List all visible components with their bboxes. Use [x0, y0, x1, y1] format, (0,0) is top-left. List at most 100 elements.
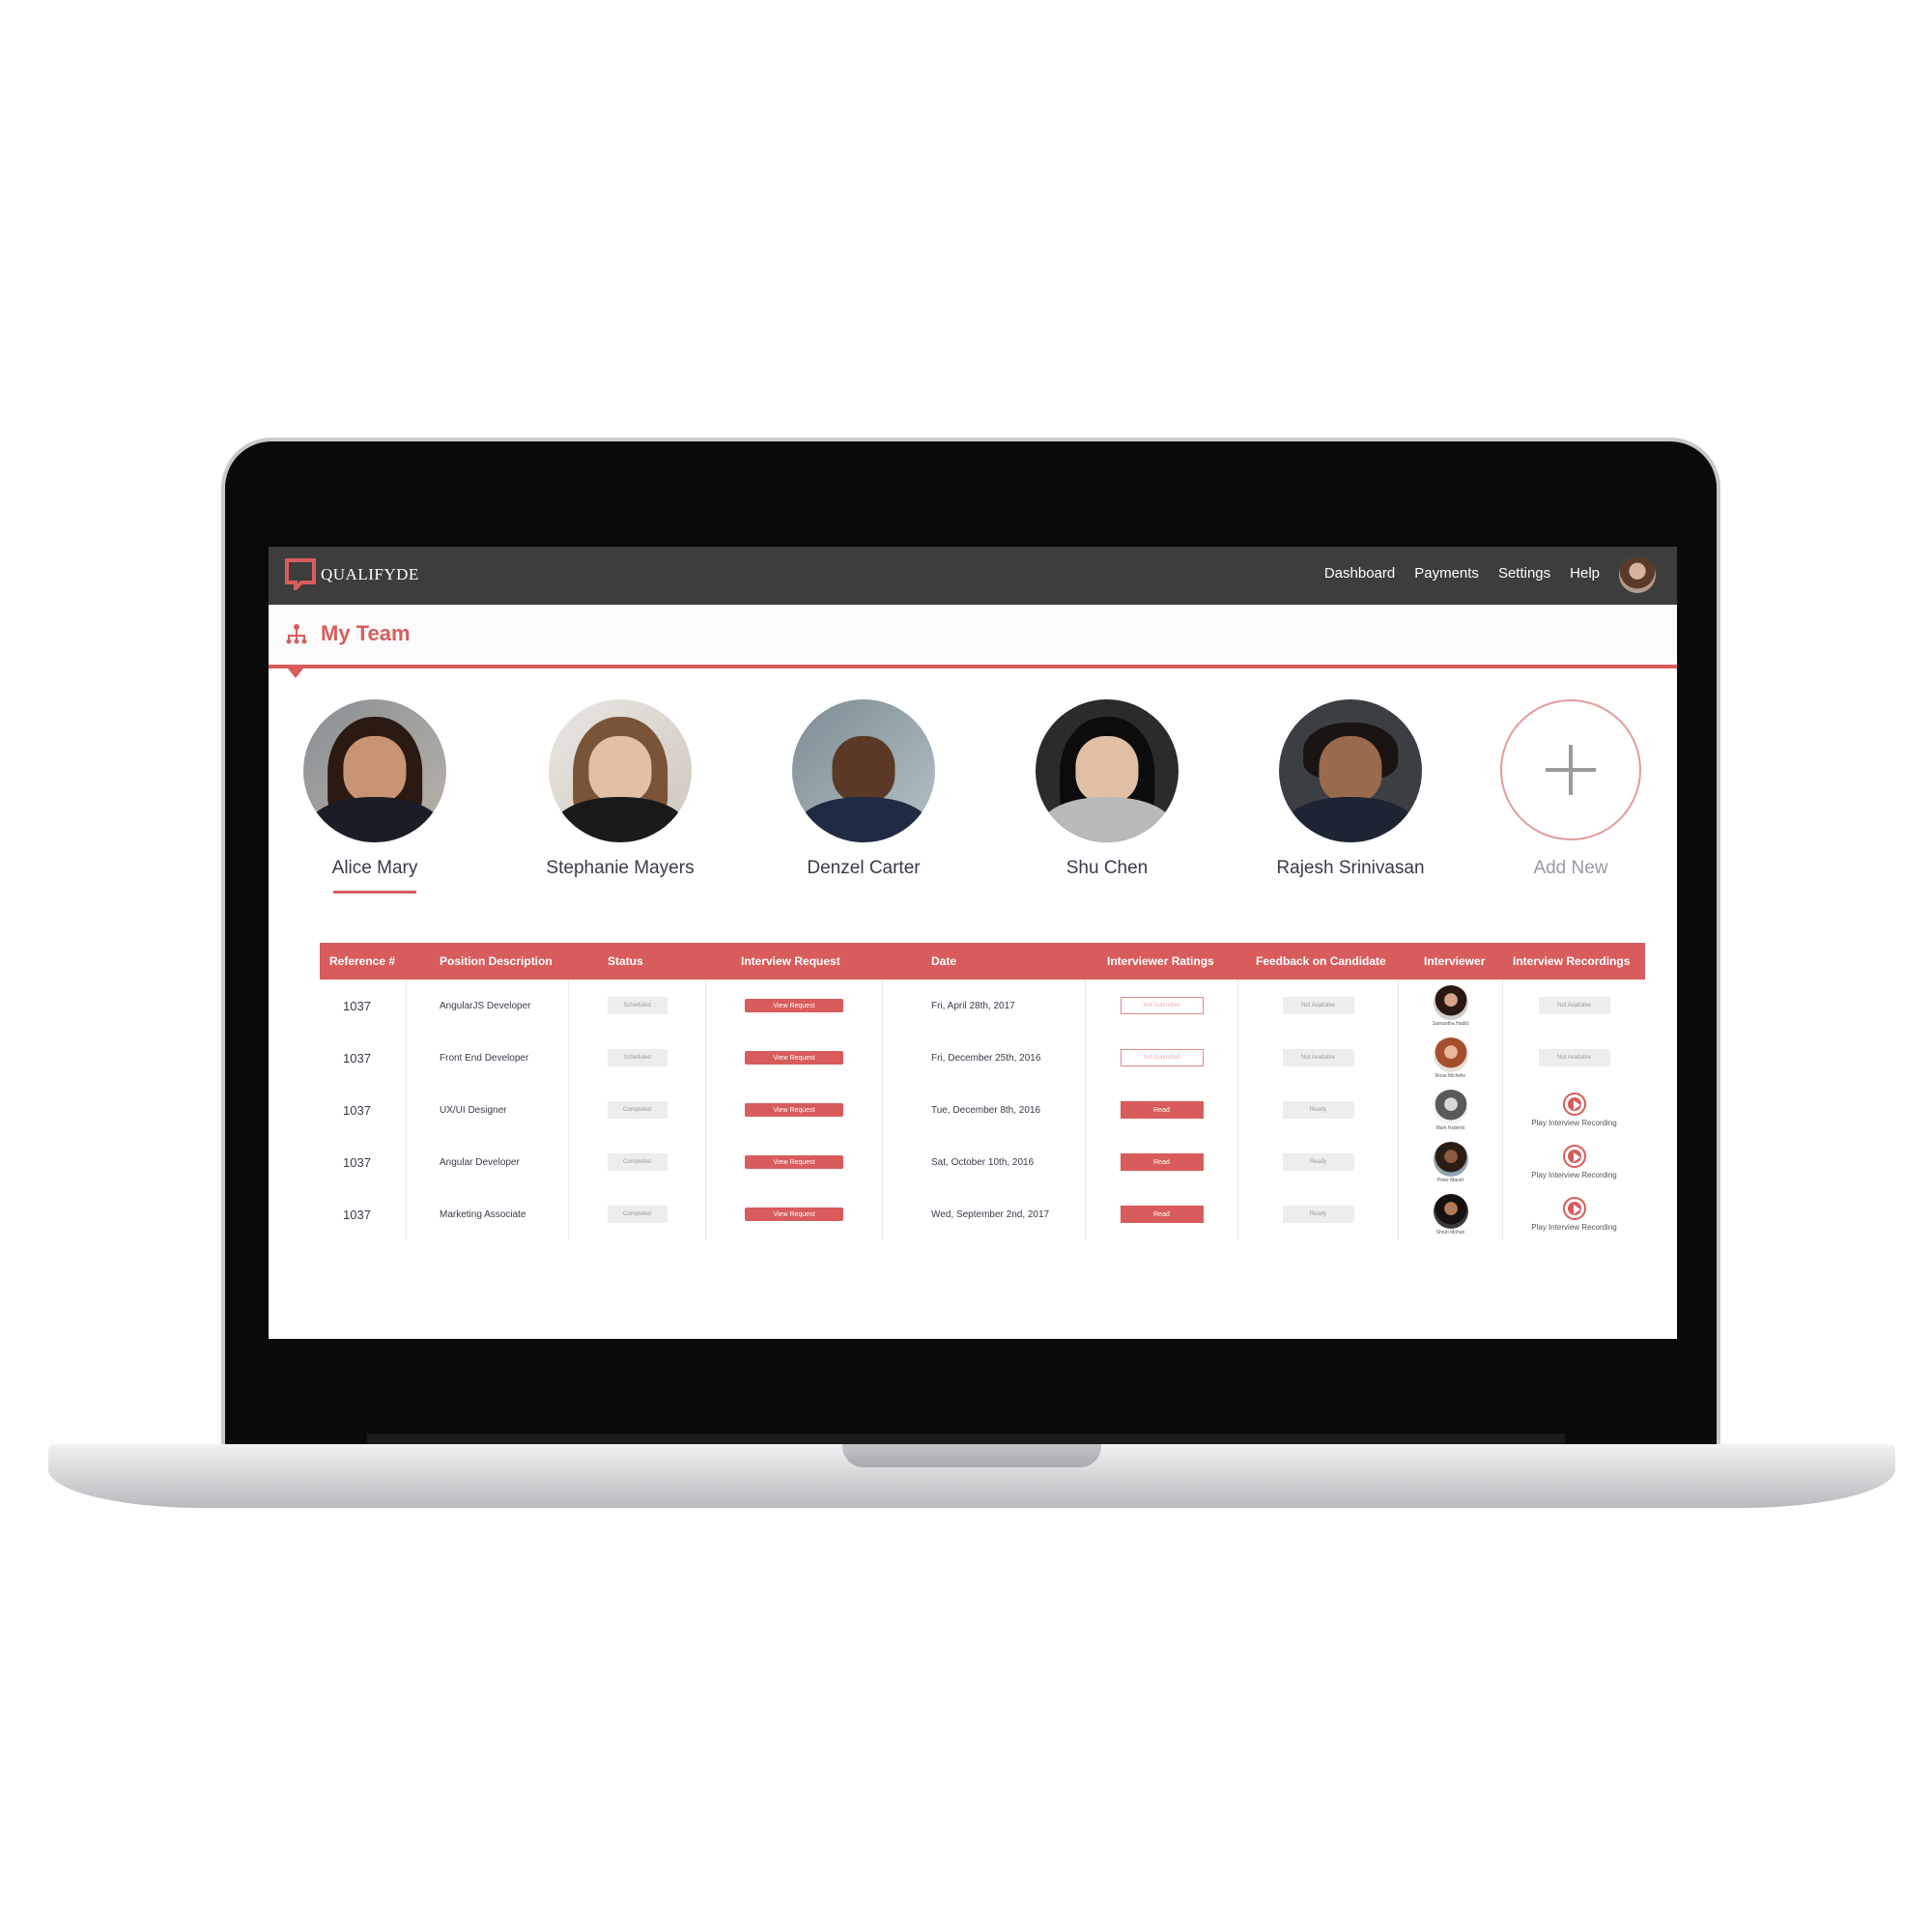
cell-recording: Not Available	[1503, 1032, 1645, 1084]
cell-reference: 1037	[320, 1084, 407, 1136]
cell-feedback: Not Available	[1238, 1032, 1399, 1084]
cell-request: View Request	[706, 1084, 883, 1136]
add-new-label: Add New	[1533, 858, 1608, 878]
nav-settings[interactable]: Settings	[1498, 565, 1550, 582]
cell-recording: Not Available	[1503, 980, 1645, 1032]
cell-feedback: Ready	[1238, 1084, 1399, 1136]
cell-interviewer: Shruti Mohan	[1399, 1188, 1503, 1240]
cell-request: View Request	[706, 1136, 883, 1188]
user-avatar[interactable]	[1619, 556, 1656, 593]
cell-rating: Read	[1086, 1136, 1238, 1188]
cell-rating: Read	[1086, 1188, 1238, 1240]
member-photo	[792, 699, 935, 842]
member-photo	[303, 699, 446, 842]
feedback-badge[interactable]: Ready	[1282, 1153, 1354, 1171]
col-header-date: Date	[931, 954, 957, 968]
cell-position: Front End Developer	[407, 1032, 569, 1084]
table-header: Reference # Position Description Status …	[320, 943, 1645, 980]
cell-interviewer: Mark Roberts	[1399, 1084, 1503, 1136]
interviewer-avatar[interactable]	[1433, 1037, 1468, 1072]
team-member-rajesh-srinivasan[interactable]: Rajesh Srinivasan	[1244, 699, 1457, 879]
view-request-button[interactable]: View Request	[745, 1103, 843, 1117]
cell-recording: Play Interview Recording	[1503, 1084, 1645, 1136]
table-row: 1037 UX/UI Designer Completed View Reque…	[320, 1084, 1645, 1136]
cell-date: Fri, December 25th, 2016	[883, 1032, 1086, 1084]
cell-status: Scheduled	[569, 1032, 706, 1084]
interviewer-avatar[interactable]	[1433, 1089, 1468, 1124]
cell-rating: Not Submitted	[1086, 1032, 1238, 1084]
cell-request: View Request	[706, 1188, 883, 1240]
play-circle-icon[interactable]	[1562, 1145, 1586, 1168]
top-navbar: QUALIFYDE Dashboard Payments Settings He…	[269, 547, 1677, 605]
team-member-alice-mary[interactable]: Alice Mary	[269, 699, 481, 894]
nav-help[interactable]: Help	[1570, 565, 1600, 582]
cell-request: View Request	[706, 980, 883, 1032]
view-request-button[interactable]: View Request	[745, 1051, 843, 1065]
add-member-circle[interactable]	[1500, 699, 1641, 840]
interviews-table: Reference # Position Description Status …	[320, 943, 1645, 1240]
cell-recording: Play Interview Recording	[1503, 1136, 1645, 1188]
col-header-interviewer-ratings: Interviewer Ratings	[1107, 954, 1214, 968]
table-row: 1037 Front End Developer Scheduled View …	[320, 1032, 1645, 1084]
table-row: 1037 AngularJS Developer Scheduled View …	[320, 980, 1645, 1032]
brand-name[interactable]: QUALIFYDE	[321, 565, 419, 584]
table-row: 1037 Marketing Associate Completed View …	[320, 1188, 1645, 1240]
cell-status: Scheduled	[569, 980, 706, 1032]
nav-payments[interactable]: Payments	[1414, 565, 1479, 582]
recording-badge: Not Available	[1538, 1049, 1610, 1066]
play-circle-icon[interactable]	[1562, 1093, 1586, 1116]
team-member-denzel-carter[interactable]: Denzel Carter	[757, 699, 970, 879]
rating-badge[interactable]: Read	[1120, 1153, 1204, 1171]
org-chart-icon	[286, 624, 307, 644]
member-photo	[549, 699, 692, 842]
play-circle-icon[interactable]	[1562, 1197, 1586, 1220]
view-request-button[interactable]: View Request	[745, 1155, 843, 1169]
interviewer-name: Samantha Hadid	[1432, 1020, 1469, 1027]
cell-date: Sat, October 10th, 2016	[883, 1136, 1086, 1188]
feedback-badge[interactable]: Ready	[1282, 1206, 1354, 1223]
cell-rating: Read	[1086, 1084, 1238, 1136]
col-header-reference: Reference #	[329, 954, 396, 968]
interviewer-avatar[interactable]	[1433, 1141, 1468, 1177]
play-recording-link[interactable]: Play Interview Recording	[1531, 1119, 1616, 1127]
status-badge: Completed	[607, 1101, 668, 1119]
team-member-stephanie-mayers[interactable]: Stephanie Mayers	[514, 699, 726, 879]
cell-reference: 1037	[320, 980, 407, 1032]
rating-badge[interactable]: Read	[1120, 1206, 1204, 1223]
title-divider	[269, 665, 1677, 668]
interviewer-name: Mark Roberts	[1435, 1124, 1465, 1131]
feedback-badge[interactable]: Ready	[1282, 1101, 1354, 1119]
cell-date: Wed, September 2nd, 2017	[883, 1188, 1086, 1240]
cell-feedback: Ready	[1238, 1136, 1399, 1188]
col-header-status: Status	[608, 954, 643, 968]
cell-date: Fri, April 28th, 2017	[883, 980, 1086, 1032]
cell-reference: 1037	[320, 1136, 407, 1188]
team-member-shu-chen[interactable]: Shu Chen	[1001, 699, 1213, 879]
cell-feedback: Ready	[1238, 1188, 1399, 1240]
status-badge: Completed	[607, 1153, 668, 1171]
play-recording-link[interactable]: Play Interview Recording	[1531, 1171, 1616, 1179]
cell-position: Angular Developer	[407, 1136, 569, 1188]
interviewer-name: Shruti Mohan	[1435, 1229, 1465, 1236]
view-request-button[interactable]: View Request	[745, 999, 843, 1012]
add-new-member-button[interactable]: Add New	[1464, 699, 1677, 879]
cell-status: Completed	[569, 1084, 706, 1136]
interviewer-avatar[interactable]	[1433, 984, 1468, 1020]
member-name: Denzel Carter	[807, 858, 921, 878]
cell-position: Marketing Associate	[407, 1188, 569, 1240]
member-name: Rajesh Srinivasan	[1276, 858, 1425, 878]
member-name: Shu Chen	[1065, 858, 1149, 878]
interviewer-name: Peter Marsh	[1436, 1177, 1464, 1183]
view-request-button[interactable]: View Request	[745, 1208, 843, 1221]
page-title: My Team	[321, 621, 411, 645]
rating-badge: Not Submitted	[1120, 1049, 1204, 1066]
col-header-interviewer: Interviewer	[1424, 954, 1486, 968]
status-badge: Completed	[607, 1206, 668, 1223]
rating-badge[interactable]: Read	[1120, 1101, 1204, 1119]
cell-status: Completed	[569, 1136, 706, 1188]
play-recording-link[interactable]: Play Interview Recording	[1531, 1223, 1616, 1232]
nav-dashboard[interactable]: Dashboard	[1324, 565, 1395, 582]
app-screen: QUALIFYDE Dashboard Payments Settings He…	[269, 547, 1677, 1339]
interviewer-avatar[interactable]	[1433, 1193, 1468, 1229]
main-nav: Dashboard Payments Settings Help	[1324, 565, 1600, 582]
